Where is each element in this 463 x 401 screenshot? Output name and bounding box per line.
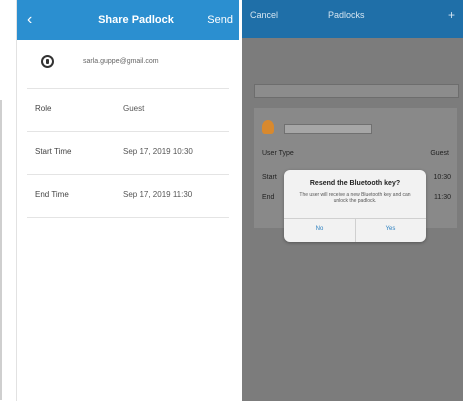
dialog-body: The user will receive a new Bluetooth ke…	[299, 192, 411, 204]
share-padlock-screen: ‹ Share Padlock Send sarla.guppe@gmail.c…	[16, 0, 239, 401]
padlocks-screen: Cancel Padlocks + User Type Guest Start …	[242, 0, 463, 401]
user-avatar-icon	[262, 120, 274, 134]
user-pill[interactable]	[284, 124, 372, 134]
add-icon[interactable]: +	[448, 0, 455, 30]
dialog-no-button[interactable]: No	[284, 226, 355, 232]
send-button[interactable]: Send	[207, 0, 233, 40]
top-bar: Cancel Padlocks +	[242, 0, 463, 38]
role-value[interactable]: Guest	[123, 104, 144, 113]
start-time-label: Start Time	[35, 147, 72, 156]
end-time-row[interactable]: End Time Sep 17, 2019 11:30	[27, 175, 229, 218]
page-title: Padlocks	[328, 10, 365, 20]
email-field[interactable]: sarla.guppe@gmail.com	[83, 58, 159, 65]
role-row[interactable]: Role Guest	[27, 89, 229, 132]
top-bar: ‹ Share Padlock Send	[17, 0, 239, 40]
page-title: Share Padlock	[98, 14, 174, 26]
role-label: Role	[35, 104, 52, 113]
page-edge	[0, 100, 2, 400]
start-value[interactable]: 10:30	[433, 174, 451, 181]
start-time-value[interactable]: Sep 17, 2019 10:30	[123, 147, 193, 156]
user-icon	[41, 55, 54, 68]
user-type-label: User Type	[262, 150, 294, 157]
start-label: Start	[262, 174, 277, 181]
end-time-value[interactable]: Sep 17, 2019 11:30	[123, 190, 192, 199]
search-input[interactable]	[254, 84, 459, 98]
back-icon[interactable]: ‹	[27, 0, 32, 40]
user-type-value[interactable]: Guest	[430, 150, 449, 157]
end-value[interactable]: 11:30	[434, 194, 451, 201]
resend-dialog: Resend the Bluetooth key? The user will …	[284, 170, 426, 242]
end-label: End	[262, 194, 275, 201]
recipient-row[interactable]: sarla.guppe@gmail.com	[27, 40, 229, 89]
dialog-yes-button[interactable]: Yes	[355, 226, 426, 232]
end-time-label: End Time	[35, 190, 69, 199]
cancel-button[interactable]: Cancel	[250, 0, 278, 30]
dialog-title: Resend the Bluetooth key?	[309, 180, 401, 187]
start-time-row[interactable]: Start Time Sep 17, 2019 10:30	[27, 132, 229, 175]
